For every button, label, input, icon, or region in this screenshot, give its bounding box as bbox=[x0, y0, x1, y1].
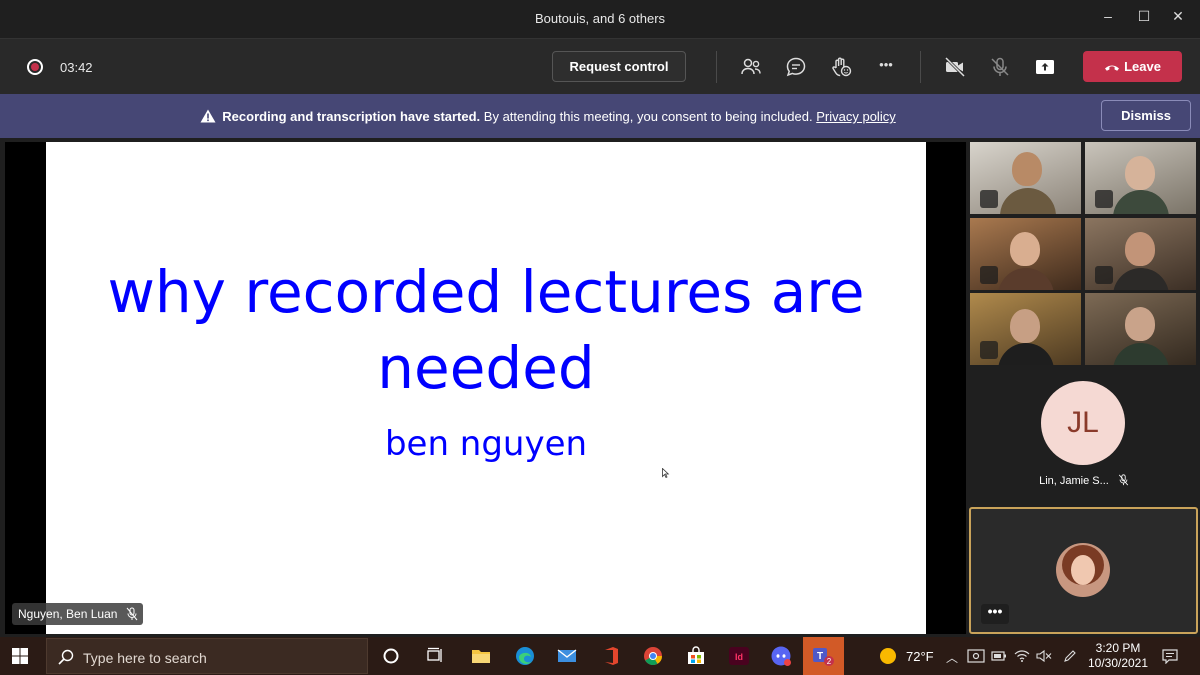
volume-muted-icon[interactable] bbox=[1036, 649, 1052, 663]
self-view-tile[interactable]: ••• bbox=[969, 507, 1198, 634]
warning-icon bbox=[200, 109, 216, 123]
slide-subtitle: ben nguyen bbox=[384, 424, 588, 464]
privacy-policy-link[interactable]: Privacy policy bbox=[816, 109, 895, 124]
svg-text:T: T bbox=[817, 651, 823, 662]
muted-mic-icon bbox=[980, 190, 998, 208]
close-window-button[interactable]: ✕ bbox=[1167, 8, 1189, 28]
taskbar-search-box[interactable]: Type here to search bbox=[46, 638, 368, 674]
show-hidden-icons-icon[interactable]: ︿ bbox=[946, 649, 958, 666]
avatar bbox=[1056, 543, 1110, 597]
teams-taskbar-button[interactable]: T 2 bbox=[803, 637, 844, 675]
presentation-slide: why recorded lectures are needed ben ngu… bbox=[46, 142, 926, 634]
share-screen-icon[interactable] bbox=[1033, 55, 1057, 79]
participant-video-tile[interactable] bbox=[970, 142, 1081, 214]
people-icon[interactable] bbox=[739, 55, 763, 79]
participant-audio-tile[interactable]: JL Lin, Jamie S... bbox=[970, 372, 1198, 500]
participant-name: Lin, Jamie S... bbox=[970, 474, 1198, 487]
toolbar-divider bbox=[716, 51, 717, 83]
notifications-icon[interactable] bbox=[1161, 648, 1179, 664]
battery-icon[interactable] bbox=[991, 649, 1007, 663]
slide-title: why recorded lectures are needed bbox=[107, 258, 865, 402]
chat-icon[interactable] bbox=[784, 55, 808, 79]
hang-up-icon bbox=[1105, 65, 1120, 71]
request-control-button[interactable]: Request control bbox=[552, 51, 686, 82]
recording-banner: Recording and transcription have started… bbox=[0, 94, 1200, 138]
video-gallery bbox=[970, 142, 1198, 365]
clock-time: 3:20 PM bbox=[1095, 641, 1141, 655]
discord-icon[interactable] bbox=[770, 645, 792, 667]
mail-icon[interactable] bbox=[556, 645, 578, 667]
banner-bold-text: Recording and transcription have started… bbox=[222, 109, 481, 124]
muted-mic-icon bbox=[980, 341, 998, 359]
participant-video-tile[interactable] bbox=[1085, 218, 1196, 290]
task-view-icon[interactable] bbox=[424, 645, 446, 667]
presenter-name-tag: Nguyen, Ben Luan bbox=[12, 603, 144, 625]
camera-off-icon[interactable] bbox=[943, 55, 967, 79]
dismiss-button[interactable]: Dismiss bbox=[1101, 100, 1191, 131]
muted-mic-icon bbox=[1095, 266, 1113, 284]
chrome-icon[interactable] bbox=[642, 645, 664, 667]
participant-video-tile[interactable] bbox=[970, 293, 1081, 365]
presenter-name: Nguyen, Ben Luan bbox=[18, 607, 118, 621]
windows-start-icon[interactable] bbox=[12, 648, 28, 664]
muted-mic-icon bbox=[1095, 190, 1113, 208]
meeting-timer: 03:42 bbox=[60, 60, 93, 75]
muted-mic-icon bbox=[980, 266, 998, 284]
banner-consent-text: By attending this meeting, you consent t… bbox=[480, 109, 817, 124]
shared-screen: why recorded lectures are needed ben ngu… bbox=[5, 142, 966, 634]
participant-video-tile[interactable] bbox=[970, 218, 1081, 290]
banner-message: Recording and transcription have started… bbox=[0, 109, 1096, 124]
wifi-icon[interactable] bbox=[1014, 649, 1030, 663]
leave-button[interactable]: Leave bbox=[1083, 51, 1182, 82]
office-icon[interactable] bbox=[600, 645, 622, 667]
clock-date: 10/30/2021 bbox=[1087, 656, 1149, 670]
mic-off-icon[interactable] bbox=[988, 55, 1012, 79]
leave-label: Leave bbox=[1124, 59, 1161, 74]
more-actions-button[interactable]: ••• bbox=[874, 57, 898, 81]
participant-video-tile[interactable] bbox=[1085, 293, 1196, 365]
muted-mic-icon bbox=[127, 607, 138, 621]
avatar: JL bbox=[1041, 381, 1125, 465]
recording-icon bbox=[27, 59, 43, 75]
maximize-button[interactable]: ☐ bbox=[1133, 8, 1155, 28]
store-icon[interactable] bbox=[685, 645, 707, 667]
meeting-toolbar: 03:42 Request control ••• Leave bbox=[0, 38, 1200, 94]
indesign-icon[interactable]: Id bbox=[728, 645, 750, 667]
teams-icon: T 2 bbox=[813, 648, 834, 666]
svg-text:2: 2 bbox=[827, 657, 832, 666]
meet-now-icon[interactable] bbox=[967, 649, 985, 663]
search-icon bbox=[58, 649, 74, 665]
cortana-icon[interactable] bbox=[380, 645, 402, 667]
weather-sun-icon[interactable] bbox=[877, 645, 899, 667]
pen-workspace-icon[interactable] bbox=[1062, 649, 1078, 663]
window-title: Boutouis, and 6 others bbox=[534, 11, 666, 26]
weather-temperature[interactable]: 72°F bbox=[906, 649, 934, 664]
participant-video-tile[interactable] bbox=[1085, 142, 1196, 214]
minimize-button[interactable]: – bbox=[1097, 8, 1119, 28]
search-placeholder: Type here to search bbox=[83, 650, 207, 666]
raise-hand-icon[interactable] bbox=[829, 55, 853, 79]
windows-taskbar: Type here to search Id T 2 72°F ︿ 3:20 P… bbox=[0, 637, 1200, 675]
svg-text:Id: Id bbox=[735, 652, 743, 662]
file-explorer-icon[interactable] bbox=[470, 645, 492, 667]
title-bar: Boutouis, and 6 others – ☐ ✕ bbox=[0, 0, 1200, 38]
self-more-options-button[interactable]: ••• bbox=[981, 604, 1009, 624]
taskbar-clock[interactable]: 3:20 PM 10/30/2021 bbox=[1082, 641, 1154, 671]
mouse-cursor-icon bbox=[662, 468, 670, 478]
edge-browser-icon[interactable] bbox=[514, 645, 536, 667]
toolbar-divider bbox=[920, 51, 921, 83]
muted-mic-icon bbox=[1118, 474, 1128, 486]
